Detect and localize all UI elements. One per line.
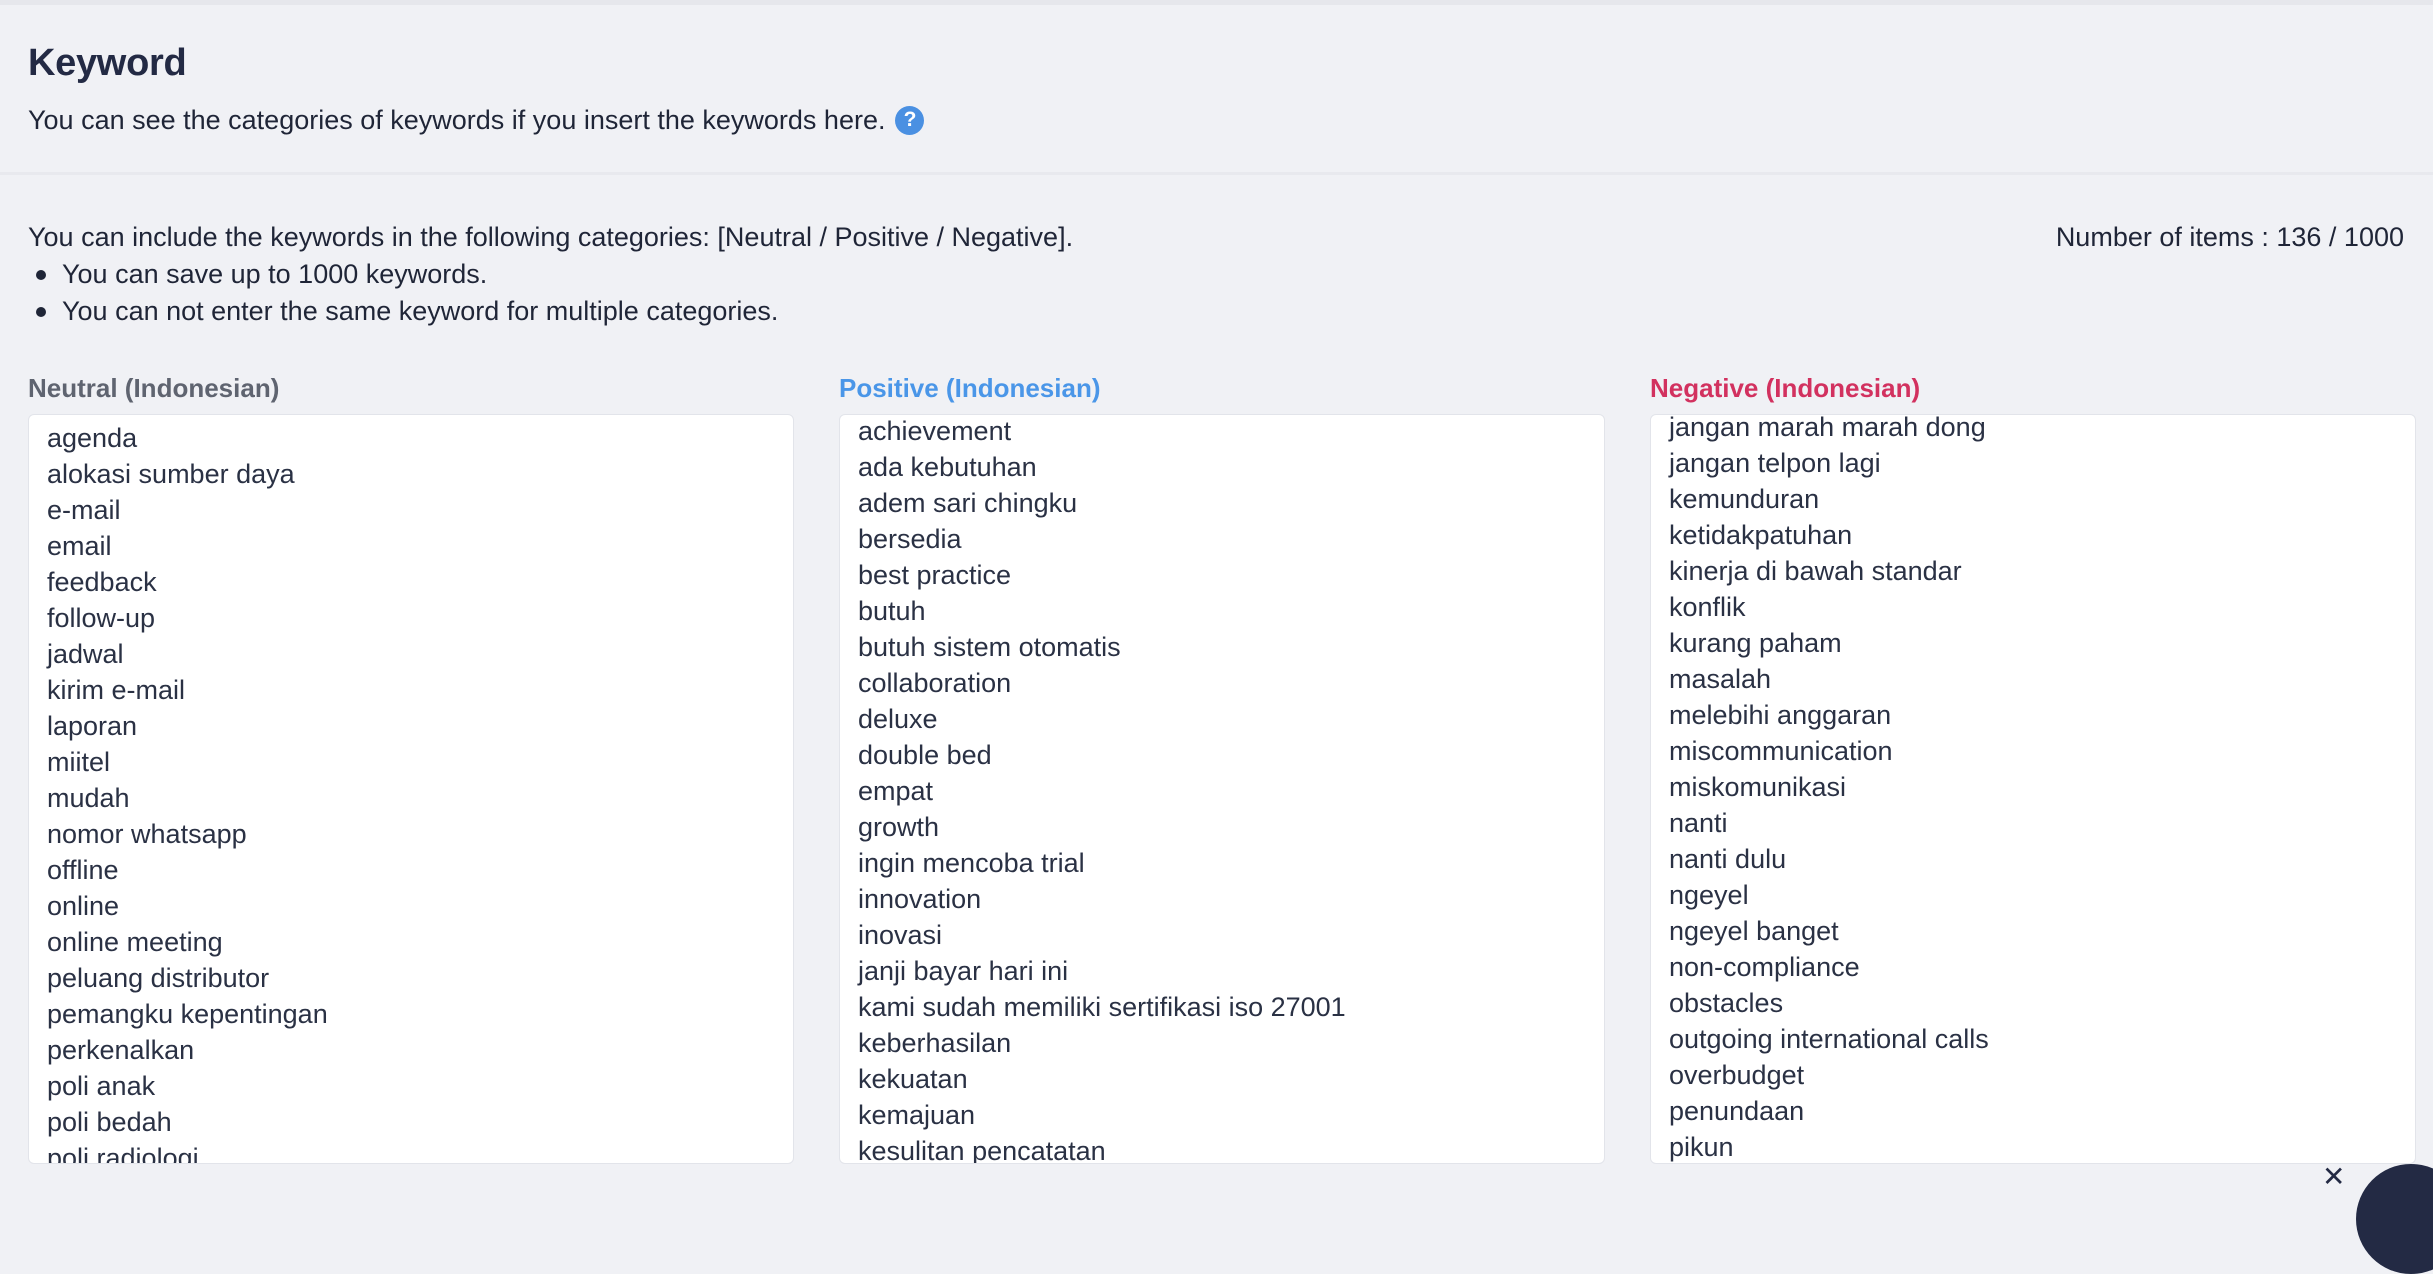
keyword-item: miskomunikasi — [1669, 772, 1847, 802]
bullet-dot-icon — [36, 269, 46, 280]
chat-launcher-button[interactable] — [2356, 1164, 2433, 1274]
keyword-item: poli bedah — [47, 1107, 172, 1137]
keyword-item: agenda — [47, 423, 138, 453]
keyword-item: double bed — [858, 740, 992, 770]
positive-label: Positive (Indonesian) — [839, 373, 1101, 403]
keyword-item: mudah — [47, 783, 130, 813]
keyword-item: poli anak — [47, 1071, 156, 1101]
keyword-item: deluxe — [858, 704, 938, 734]
keyword-item: outgoing international calls — [1669, 1024, 1989, 1054]
info-bullets: You can save up to 1000 keywords. You ca… — [28, 256, 2418, 330]
positive-keyword-list: achievement ada kebutuhan adem sari chingk… — [840, 415, 1604, 1164]
negative-label: Negative (Indonesian) — [1650, 373, 1921, 403]
keyword-item: non-compliance — [1669, 952, 1860, 982]
positive-keywords-textarea[interactable]: achievement ada kebutuhan adem sari chingk… — [839, 414, 1605, 1164]
keyword-item: butuh sistem otomatis — [858, 632, 1121, 662]
keyword-item: inovasi — [858, 920, 943, 950]
keyword-item: keberhasilan — [858, 1028, 1012, 1058]
keyword-item: miitel — [47, 747, 111, 777]
keyword-item: peluang distributor — [47, 963, 270, 993]
item-count: Number of items : 136 / 1000 — [2055, 222, 2404, 252]
negative-keywords-textarea[interactable]: jangan marah marah dong jangan telpon lag… — [1650, 414, 2416, 1164]
keyword-item: collaboration — [858, 668, 1012, 698]
info-bullet: You can not enter the same keyword for m… — [28, 293, 2418, 330]
keyword-item: laporan — [47, 711, 138, 741]
keyword-item: online — [47, 891, 120, 921]
keyword-item: nanti dulu — [1669, 844, 1787, 874]
keyword-item: ketidakpatuhan — [1669, 520, 1853, 550]
page-subtitle: You can see the categories of keywords i… — [28, 105, 886, 135]
keyword-item: kurang paham — [1669, 628, 1842, 658]
keyword-item: e-mail — [47, 495, 121, 525]
keyword-item: penundaan — [1669, 1096, 1805, 1126]
keyword-item: alokasi sumber daya — [47, 459, 295, 489]
keyword-item: online meeting — [47, 927, 223, 957]
keyword-item: offline — [47, 855, 119, 885]
keyword-item: kinerja di bawah standar — [1669, 556, 1962, 586]
page-header: Keyword You can see the categories of ke… — [28, 38, 2408, 138]
keyword-item: ngeyel — [1669, 880, 1749, 910]
neutral-keywords-textarea[interactable]: agenda alokasi sumber daya e-mail email feed… — [28, 414, 794, 1164]
info-section: You can include the keywords in the foll… — [28, 219, 2418, 330]
info-bullet-text: You can not enter the same keyword for m… — [62, 296, 779, 326]
keyword-item: best practice — [858, 560, 1012, 590]
keyword-item: jadwal — [47, 639, 124, 669]
keyword-item: miscommunication — [1669, 736, 1893, 766]
keyword-item: nomor whatsapp — [47, 819, 247, 849]
keyword-item: innovation — [858, 884, 982, 914]
section-divider — [0, 172, 2433, 175]
keyword-item: adem sari chingku — [858, 488, 1078, 518]
page-title: Keyword — [28, 42, 187, 84]
keyword-item: pikun — [1669, 1132, 1734, 1162]
neutral-label: Neutral (Indonesian) — [28, 373, 280, 403]
keyword-item: kesulitan pencatatan — [858, 1136, 1106, 1164]
keyword-item: achievement — [858, 416, 1012, 446]
keyword-item: masalah — [1669, 664, 1772, 694]
keyword-item: growth — [858, 812, 940, 842]
keyword-item: pemangku kepentingan — [47, 999, 328, 1029]
keyword-item: ingin mencoba trial — [858, 848, 1085, 878]
neutral-column: Neutral (Indonesian) agenda alokasi sumbe… — [28, 370, 794, 1164]
keyword-item: email — [47, 531, 112, 561]
subtitle-row: You can see the categories of keywords i… — [28, 102, 2408, 138]
keyword-item: bersedia — [858, 524, 962, 554]
info-bullet-text: You can save up to 1000 keywords. — [62, 259, 488, 289]
keyword-item: empat — [858, 776, 934, 806]
keyword-item: jangan telpon lagi — [1669, 448, 1881, 478]
keyword-item: perkenalkan — [47, 1035, 195, 1065]
keyword-item: ngeyel banget — [1669, 916, 1839, 946]
negative-keyword-list: jangan marah marah dong jangan telpon lag… — [1651, 414, 2415, 1163]
bullet-dot-icon — [36, 306, 46, 317]
keyword-item: kirim e-mail — [47, 675, 185, 705]
keyword-item: kekuatan — [858, 1064, 968, 1094]
keyword-item: kemajuan — [858, 1100, 976, 1130]
keyword-item: konflik — [1669, 592, 1746, 622]
keyword-item: kami sudah memiliki sertifikasi iso 2700… — [858, 992, 1346, 1022]
keyword-item: poli radiologi — [47, 1143, 199, 1164]
positive-column: Positive (Indonesian) achievement ada keb… — [839, 370, 1605, 1164]
keyword-item: butuh — [858, 596, 926, 626]
keyword-item: nanti — [1669, 808, 1728, 838]
keyword-item: feedback — [47, 567, 157, 597]
keyword-item: jangan marah marah dong — [1669, 414, 1986, 442]
help-icon[interactable]: ? — [895, 105, 925, 135]
keyword-item: ada kebutuhan — [858, 452, 1037, 482]
close-icon[interactable]: ✕ — [2322, 1163, 2345, 1191]
keyword-item: follow-up — [47, 603, 156, 633]
keyword-item: obstacles — [1669, 988, 1784, 1018]
keyword-item: melebihi anggaran — [1669, 700, 1892, 730]
top-strip — [0, 0, 2433, 5]
keyword-item: janji bayar hari ini — [858, 956, 1069, 986]
neutral-keyword-list: agenda alokasi sumber daya e-mail email feed… — [29, 415, 793, 1164]
info-bullet: You can save up to 1000 keywords. — [28, 256, 2418, 293]
keyword-item: overbudget — [1669, 1060, 1805, 1090]
keyword-item: kemunduran — [1669, 484, 1820, 514]
negative-column: Negative (Indonesian) jangan marah marah… — [1650, 370, 2416, 1164]
